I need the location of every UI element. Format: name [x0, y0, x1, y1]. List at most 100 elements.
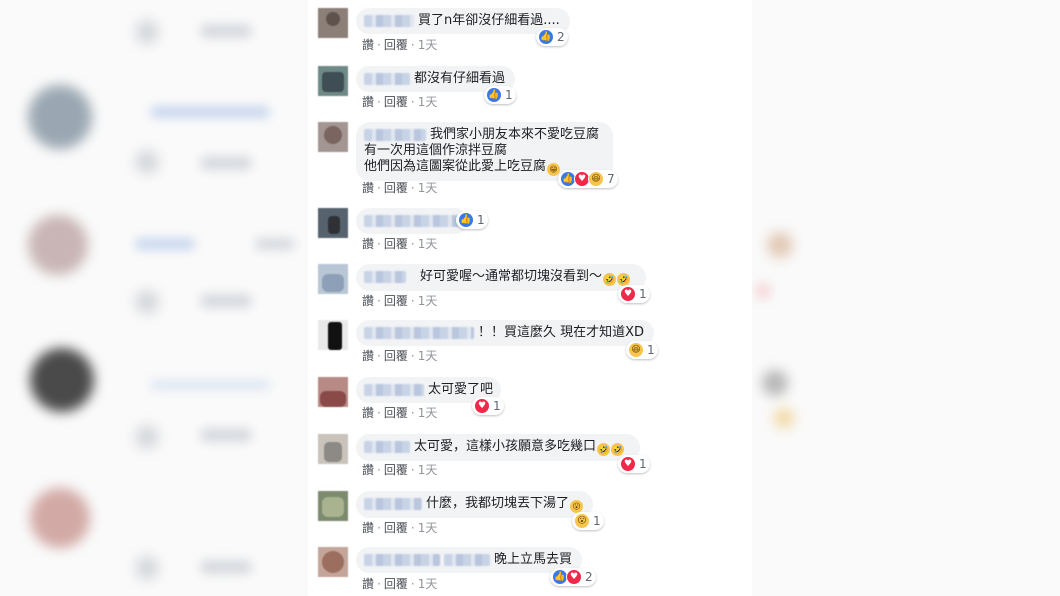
like-link[interactable]: 讚	[362, 95, 374, 109]
reaction-summary[interactable]: ♥ 1	[618, 455, 650, 473]
reaction-summary[interactable]: 👍 2	[536, 28, 568, 46]
separator: ·	[377, 38, 381, 52]
thumbs-up-icon: 👍	[458, 212, 474, 228]
separator: ·	[377, 181, 381, 195]
separator: ·	[377, 349, 381, 363]
timestamp[interactable]: 1天	[418, 294, 438, 308]
blurred-username[interactable]	[364, 497, 422, 510]
avatar[interactable]	[318, 8, 348, 38]
blurred-username[interactable]	[364, 553, 440, 566]
reaction-count: 1	[493, 399, 501, 413]
blurred-username[interactable]	[364, 326, 474, 339]
thumbs-up-icon: 👍	[538, 29, 554, 45]
comment-bubble: 什麼，我都切塊丟下湯了 😮	[356, 491, 594, 518]
separator: ·	[377, 294, 381, 308]
separator: ·	[377, 521, 381, 535]
comment-text: 都沒有仔細看過	[414, 71, 506, 86]
blurred-username[interactable]	[364, 270, 406, 283]
reaction-count: 1	[639, 287, 647, 301]
reply-link[interactable]: 回覆	[384, 181, 408, 195]
reply-link[interactable]: 回覆	[384, 521, 408, 535]
avatar[interactable]	[318, 434, 348, 464]
comment-text: ！！買這麼久 現在才知道XD	[478, 325, 645, 340]
avatar[interactable]	[318, 377, 348, 407]
timestamp[interactable]: 1天	[418, 95, 438, 109]
comment-bubble: 晚上立馬去買	[356, 547, 583, 573]
comment-text: 買了n年卻沒仔細看過....	[418, 13, 560, 28]
comment-text: 太可愛，這樣小孩願意多吃幾口	[414, 439, 597, 454]
avatar[interactable]	[318, 122, 348, 152]
like-link[interactable]: 讚	[362, 349, 374, 363]
comment-actions: 讚 · 回覆 · 1天	[362, 235, 437, 252]
comment-actions: 讚 · 回覆 · 1天	[362, 404, 437, 421]
reply-link[interactable]: 回覆	[384, 577, 408, 591]
blurred-username[interactable]	[364, 72, 410, 85]
reaction-summary[interactable]: 👍 ♥ 😆 7	[558, 170, 618, 188]
avatar[interactable]	[318, 264, 348, 294]
reply-link[interactable]: 回覆	[384, 38, 408, 52]
reaction-summary[interactable]: 👍 1	[484, 86, 516, 104]
like-link[interactable]: 讚	[362, 38, 374, 52]
laughing-face-icon: 🤣	[611, 443, 625, 456]
reaction-count: 1	[647, 343, 655, 357]
blurred-left-panel	[0, 0, 308, 596]
reply-link[interactable]: 回覆	[384, 95, 408, 109]
separator: ·	[410, 406, 415, 420]
blurred-username[interactable]	[364, 128, 426, 141]
like-link[interactable]: 讚	[362, 406, 374, 420]
timestamp[interactable]: 1天	[418, 38, 438, 52]
reaction-summary[interactable]: ♥ 1	[472, 397, 504, 415]
like-link[interactable]: 讚	[362, 577, 374, 591]
separator: ·	[410, 237, 415, 251]
timestamp[interactable]: 1天	[418, 521, 438, 535]
reaction-summary[interactable]: 👍 ♥ 2	[550, 568, 596, 586]
timestamp[interactable]: 1天	[418, 577, 438, 591]
reaction-summary[interactable]: 😆 1	[626, 341, 658, 359]
like-link[interactable]: 讚	[362, 463, 374, 477]
reply-link[interactable]: 回覆	[384, 406, 408, 420]
comment-actions: 讚 · 回覆 · 1天	[362, 575, 437, 592]
separator: ·	[377, 577, 381, 591]
comment-actions: 讚 · 回覆 · 1天	[362, 93, 437, 110]
comment-text: 什麼，我都切塊丟下湯了	[426, 496, 570, 511]
blurred-username[interactable]	[444, 553, 490, 566]
blurred-username[interactable]	[364, 383, 424, 396]
avatar[interactable]	[318, 66, 348, 96]
comment-text: 晚上立馬去買	[494, 552, 573, 567]
laughing-face-icon: 😆	[588, 171, 604, 187]
comment-bubble: 好可愛喔～通常都切塊沒看到～ 🤣 🤣	[356, 264, 647, 291]
separator: ·	[410, 521, 415, 535]
blurred-username[interactable]	[364, 14, 414, 27]
comment-text-line: 我們家小朋友本來不愛吃豆腐	[430, 127, 600, 142]
reply-link[interactable]: 回覆	[384, 463, 408, 477]
timestamp[interactable]: 1天	[418, 463, 438, 477]
timestamp[interactable]: 1天	[418, 349, 438, 363]
reaction-summary[interactable]: ♥ 1	[618, 285, 650, 303]
separator: ·	[377, 406, 381, 420]
blurred-username[interactable]	[364, 214, 460, 227]
like-link[interactable]: 讚	[362, 294, 374, 308]
timestamp[interactable]: 1天	[418, 237, 438, 251]
avatar[interactable]	[318, 208, 348, 238]
separator: ·	[377, 237, 381, 251]
reaction-summary[interactable]: 👍 1	[456, 211, 488, 229]
avatar[interactable]	[318, 547, 348, 577]
reaction-summary[interactable]: 😮 1	[572, 512, 604, 530]
laughing-face-icon: 🤣	[603, 273, 617, 286]
like-link[interactable]: 讚	[362, 521, 374, 535]
timestamp[interactable]: 1天	[418, 181, 438, 195]
separator: ·	[410, 349, 415, 363]
heart-icon: ♥	[566, 569, 582, 585]
blurred-username[interactable]	[364, 440, 410, 453]
reply-link[interactable]: 回覆	[384, 349, 408, 363]
avatar[interactable]	[318, 320, 348, 350]
reply-link[interactable]: 回覆	[384, 237, 408, 251]
timestamp[interactable]: 1天	[418, 406, 438, 420]
comment-text: 太可愛了吧	[428, 382, 494, 397]
like-link[interactable]: 讚	[362, 237, 374, 251]
like-link[interactable]: 讚	[362, 181, 374, 195]
reply-link[interactable]: 回覆	[384, 294, 408, 308]
laughing-face-icon: 😆	[628, 342, 644, 358]
avatar[interactable]	[318, 491, 348, 521]
comment-bubble: 太可愛，這樣小孩願意多吃幾口 🤣 🤣	[356, 434, 641, 461]
